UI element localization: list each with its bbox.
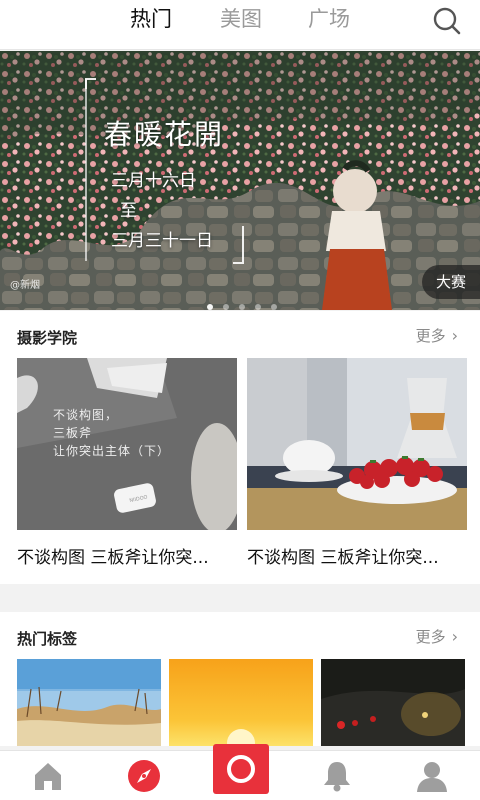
tab-square[interactable]: 广场 bbox=[308, 0, 350, 50]
chevron-right-icon: › bbox=[451, 326, 458, 345]
banner-date-to: 至 bbox=[120, 201, 137, 221]
home-icon[interactable] bbox=[31, 759, 65, 793]
search-icon[interactable] bbox=[432, 6, 462, 36]
card-title: 不谈构图 三板斧让你突... bbox=[247, 548, 439, 568]
top-tab-bar: 热门 美图 广场 bbox=[0, 0, 480, 50]
carousel-dot bbox=[207, 304, 213, 310]
chevron-right-icon: › bbox=[451, 627, 458, 646]
camera-button[interactable] bbox=[213, 744, 269, 794]
photography-academy-section: 摄影学院 更多 › NIIDOO 不谈构图， 三板斧 让你突出主体（下） 不谈构图… bbox=[0, 311, 480, 584]
banner-date-end: 三月三十一日 bbox=[111, 231, 213, 251]
section-title-hot-tags: 热门标签 bbox=[17, 630, 78, 648]
sunset-photo bbox=[169, 659, 313, 746]
tag-thumbnail[interactable] bbox=[169, 659, 313, 746]
tab-hot[interactable]: 热门 bbox=[130, 0, 172, 50]
hot-tags-more-link[interactable]: 更多 › bbox=[416, 626, 458, 647]
banner-date-start: 三月十六日 bbox=[111, 171, 196, 191]
strawberries-photo bbox=[247, 358, 467, 530]
tag-thumbnail[interactable] bbox=[17, 659, 161, 746]
card-thumbnail bbox=[247, 358, 467, 530]
bell-icon[interactable] bbox=[320, 759, 354, 793]
more-label: 更多 bbox=[415, 327, 446, 345]
section-title-academy: 摄影学院 bbox=[17, 329, 78, 347]
carousel-indicator bbox=[207, 295, 282, 310]
card-title: 不谈构图 三板斧让你突... bbox=[17, 548, 209, 568]
promo-banner[interactable]: 春暖花開 三月十六日 至 三月三十一日 @新烟 大赛 bbox=[0, 51, 480, 310]
academy-card[interactable]: NIIDOO 不谈构图， 三板斧 让你突出主体（下） 不谈构图 三板斧让你突..… bbox=[17, 358, 237, 568]
academy-more-link[interactable]: 更多 › bbox=[416, 325, 458, 346]
banner-image bbox=[0, 51, 480, 310]
caption-line: 让你突出主体（下） bbox=[53, 444, 171, 458]
carousel-dot bbox=[239, 304, 246, 310]
banner-credit: @新烟 bbox=[10, 280, 40, 291]
bottom-navigation bbox=[0, 744, 480, 800]
carousel-dot bbox=[223, 304, 230, 310]
academy-card[interactable]: 不谈构图 三板斧让你突... bbox=[247, 358, 467, 568]
contest-badge[interactable]: 大赛 bbox=[422, 265, 480, 299]
more-label: 更多 bbox=[415, 628, 446, 646]
banner-title: 春暖花開 bbox=[104, 118, 225, 151]
camera-icon bbox=[227, 755, 255, 783]
hot-tags-section: 热门标签 更多 › bbox=[0, 612, 480, 746]
caption-line: 三板斧 bbox=[53, 426, 93, 440]
night-photo bbox=[321, 659, 465, 746]
user-icon[interactable] bbox=[415, 759, 449, 793]
tag-thumbnail[interactable] bbox=[321, 659, 465, 746]
lake-photo bbox=[17, 659, 161, 746]
tab-beautiful-photos[interactable]: 美图 bbox=[220, 0, 262, 50]
caption-line: 不谈构图， bbox=[53, 408, 119, 422]
carousel-dot bbox=[255, 304, 262, 310]
card-thumbnail: NIIDOO 不谈构图， 三板斧 让你突出主体（下） bbox=[17, 358, 237, 530]
carousel-dot bbox=[271, 304, 278, 310]
compass-icon[interactable] bbox=[127, 759, 161, 793]
thumb-caption: 不谈构图， 三板斧 让你突出主体（下） bbox=[53, 406, 170, 460]
